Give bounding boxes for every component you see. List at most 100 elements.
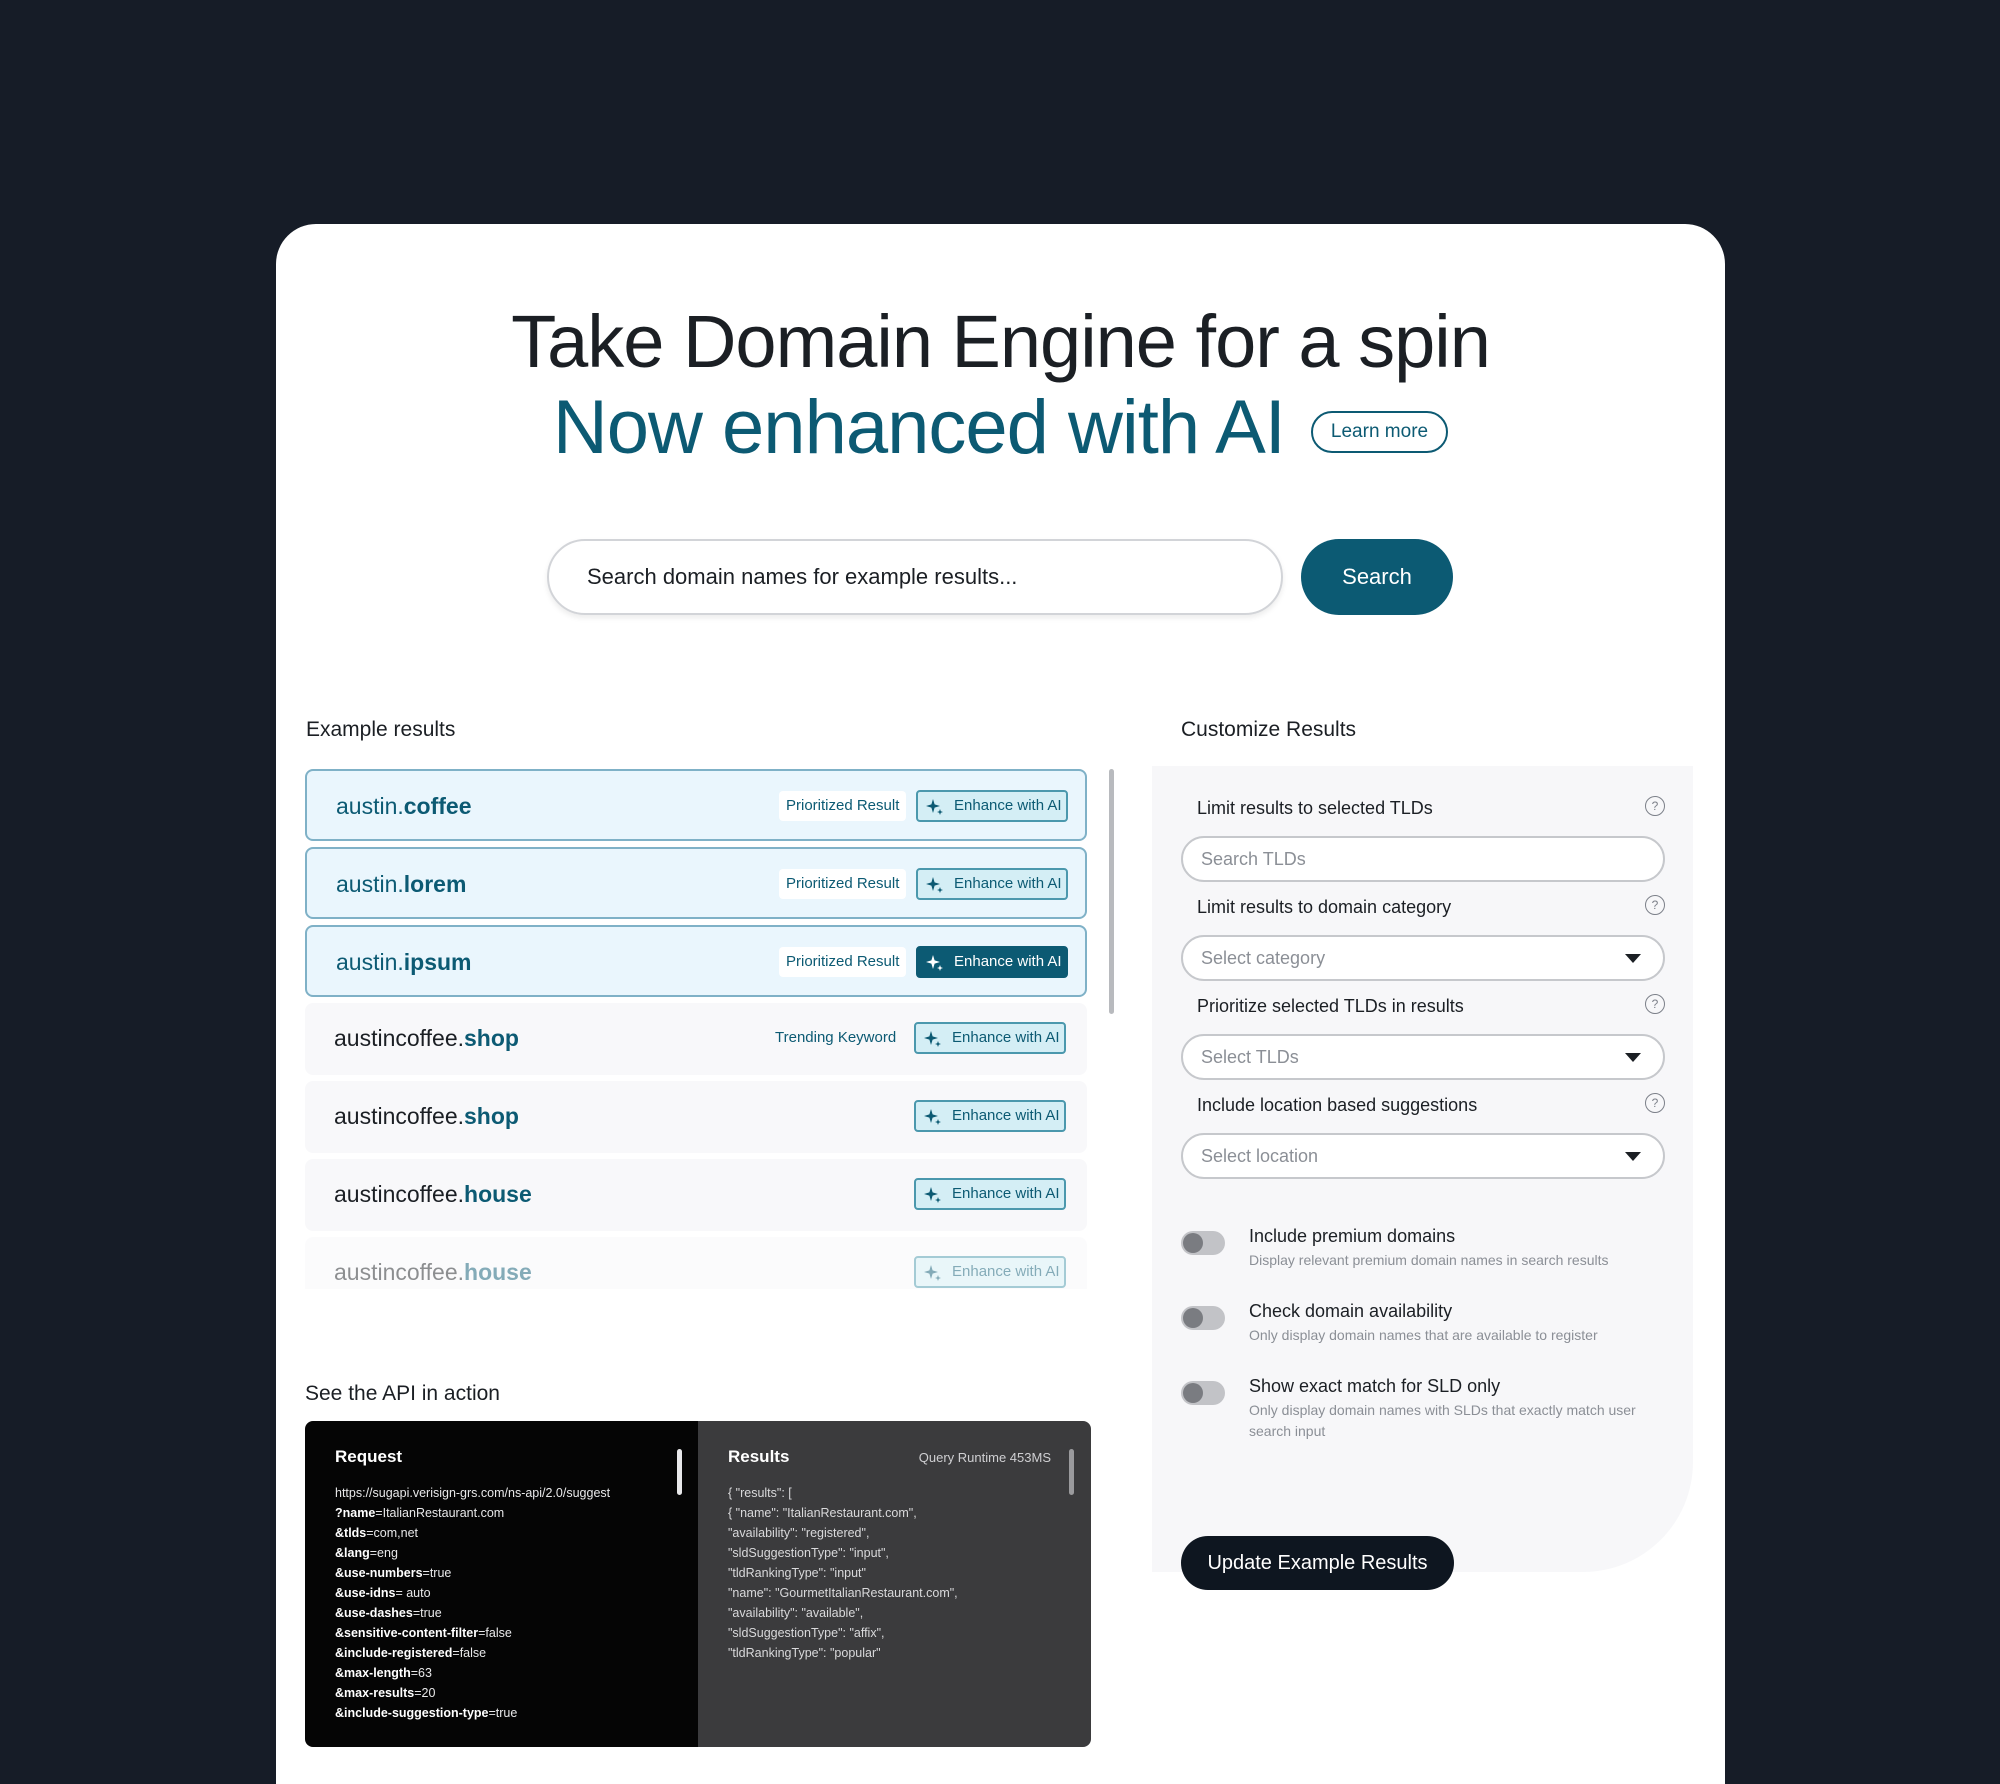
enhance-with-ai-button[interactable]: Enhance with AI [916, 946, 1068, 978]
sparkle-icon [924, 1265, 941, 1281]
api-demo: Request https://sugapi.verisign-grs.com/… [305, 1421, 1091, 1747]
enhance-label: Enhance with AI [954, 953, 1062, 970]
domain-name: austincoffee.house [334, 1181, 532, 1207]
example-results-heading: Example results [306, 718, 456, 741]
prioritized-result-tag: Prioritized Result [779, 947, 907, 977]
trending-keyword-tag: Trending Keyword [775, 1029, 897, 1046]
request-param: &include-registered=false [335, 1646, 487, 1660]
enhance-label: Enhance with AI [952, 1029, 1060, 1046]
tld-limit-label: Limit results to selected TLDs [1197, 798, 1433, 818]
location-label: Include location based suggestions [1197, 1095, 1478, 1115]
enhance-with-ai-button[interactable]: Enhance with AI [916, 790, 1068, 822]
enhance-label: Enhance with AI [954, 875, 1062, 892]
result-row[interactable]: austincoffee.house Enhance with AI [305, 1237, 1087, 1289]
sparkle-icon [926, 955, 943, 971]
customize-heading: Customize Results [1181, 718, 1357, 741]
help-icon[interactable]: ? [1645, 1093, 1665, 1113]
results-scrollbar[interactable] [1069, 1449, 1074, 1495]
exact-match-toggle[interactable] [1181, 1381, 1225, 1405]
enhance-with-ai-button[interactable]: Enhance with AI [914, 1256, 1066, 1288]
category-select[interactable]: Select category [1181, 935, 1665, 981]
result-row[interactable]: austin.ipsum Prioritized Result Enhance … [305, 925, 1087, 997]
search-button[interactable]: Search [1301, 539, 1453, 615]
request-code: https://sugapi.verisign-grs.com/ns-api/2… [335, 1483, 610, 1723]
enhance-label: Enhance with AI [954, 797, 1062, 814]
domain-name: austincoffee.house [334, 1259, 532, 1285]
sparkle-icon [924, 1031, 941, 1047]
domain-name: austin.ipsum [336, 949, 472, 975]
results-line: "tldRankingType": "input" [728, 1566, 866, 1580]
help-icon[interactable]: ? [1645, 994, 1665, 1014]
results-line: "availability": "registered", [728, 1526, 870, 1540]
results-line: "tldRankingType": "popular" [728, 1646, 881, 1660]
tlds-select[interactable]: Select TLDs [1181, 1034, 1665, 1080]
search-tlds-input[interactable]: Search TLDs [1181, 836, 1665, 882]
request-param: &use-numbers=true [335, 1566, 452, 1580]
result-row[interactable]: austin.coffee Prioritized Result Enhance… [305, 769, 1087, 841]
domain-name: austincoffee.shop [334, 1103, 519, 1129]
results-line: "availability": "available", [728, 1606, 864, 1620]
results-line: "name": "GourmetItalianRestaurant.com", [728, 1586, 958, 1600]
domain-name: austincoffee.shop [334, 1025, 519, 1051]
prioritized-result-tag: Prioritized Result [779, 869, 907, 899]
premium-domains-desc: Display relevant premium domain names in… [1249, 1252, 1609, 1268]
request-param: &max-length=63 [335, 1666, 432, 1680]
toggle-knob [1183, 1233, 1203, 1253]
enhance-label: Enhance with AI [952, 1263, 1060, 1280]
customize-panel: Limit results to selected TLDs ? Search … [1152, 766, 1693, 1590]
result-row[interactable]: austincoffee.house Enhance with AI [305, 1159, 1087, 1231]
page-title: Take Domain Engine for a spin [511, 300, 1491, 383]
help-icon[interactable]: ? [1645, 796, 1665, 816]
premium-domains-toggle[interactable] [1181, 1231, 1225, 1255]
results-list: austin.coffee Prioritized Result Enhance… [305, 769, 1087, 1289]
request-param: &use-dashes=true [335, 1606, 442, 1620]
learn-more-link[interactable]: Learn more [1310, 410, 1449, 453]
toggle-knob [1183, 1383, 1203, 1403]
availability-title: Check domain availability [1249, 1301, 1453, 1321]
request-param: &use-idns= auto [335, 1586, 431, 1600]
enhance-label: Enhance with AI [952, 1185, 1060, 1202]
domain-search-input[interactable]: Search domain names for example results.… [547, 539, 1283, 615]
request-param: &max-results=20 [335, 1686, 436, 1700]
results-scrollbar[interactable] [1109, 769, 1114, 1014]
availability-desc: Only display domain names that are avail… [1249, 1327, 1598, 1343]
prioritize-tlds-label: Prioritize selected TLDs in results [1197, 996, 1464, 1016]
api-request-panel: Request https://sugapi.verisign-grs.com/… [305, 1421, 698, 1747]
enhance-with-ai-button[interactable]: Enhance with AI [914, 1022, 1066, 1054]
results-line: "sldSuggestionType": "input", [728, 1546, 889, 1560]
result-row[interactable]: austin.lorem Prioritized Result Enhance … [305, 847, 1087, 919]
enhance-with-ai-button[interactable]: Enhance with AI [914, 1100, 1066, 1132]
update-results-button[interactable]: Update Example Results [1181, 1536, 1454, 1590]
exact-match-title: Show exact match for SLD only [1249, 1376, 1501, 1396]
toggle-knob [1183, 1308, 1203, 1328]
request-param: &sensitive-content-filter=false [335, 1626, 512, 1640]
results-title: Results [728, 1447, 790, 1466]
page-subtitle: Now enhanced with AI Learn more [276, 378, 1725, 473]
premium-domains-title: Include premium domains [1249, 1226, 1456, 1246]
result-row[interactable]: austincoffee.shop Enhance with AI [305, 1081, 1087, 1153]
chevron-down-icon [1625, 1053, 1641, 1062]
enhance-with-ai-button[interactable]: Enhance with AI [914, 1178, 1066, 1210]
api-results-panel: Results Query Runtime 453MS { "results":… [698, 1421, 1091, 1747]
request-param: ?name=ItalianRestaurant.com [335, 1506, 505, 1520]
request-param: &tlds=com,net [335, 1526, 419, 1540]
results-line: { "results": [ [728, 1486, 792, 1500]
demo-card: Take Domain Engine for a spin Now enhanc… [276, 224, 1725, 1784]
category-limit-label: Limit results to domain category [1197, 897, 1452, 917]
request-param: &lang=eng [335, 1546, 398, 1560]
chevron-down-icon [1625, 1152, 1641, 1161]
results-line: "sldSuggestionType": "affix", [728, 1626, 885, 1640]
sparkle-icon [924, 1187, 941, 1203]
exact-match-desc: Only display domain names with SLDs that… [1249, 1402, 1636, 1439]
chevron-down-icon [1625, 954, 1641, 963]
result-row[interactable]: austincoffee.shop Trending Keyword Enhan… [305, 1003, 1087, 1075]
location-select[interactable]: Select location [1181, 1133, 1665, 1179]
domain-name: austin.lorem [336, 871, 467, 897]
request-scrollbar[interactable] [677, 1449, 682, 1495]
enhance-with-ai-button[interactable]: Enhance with AI [916, 868, 1068, 900]
availability-toggle[interactable] [1181, 1306, 1225, 1330]
help-icon[interactable]: ? [1645, 895, 1665, 915]
results-code: { "results": [ { "name": "ItalianRestaur… [728, 1483, 958, 1663]
results-line: { "name": "ItalianRestaurant.com", [728, 1506, 917, 1520]
subtitle-text: Now enhanced with AI [552, 384, 1286, 470]
